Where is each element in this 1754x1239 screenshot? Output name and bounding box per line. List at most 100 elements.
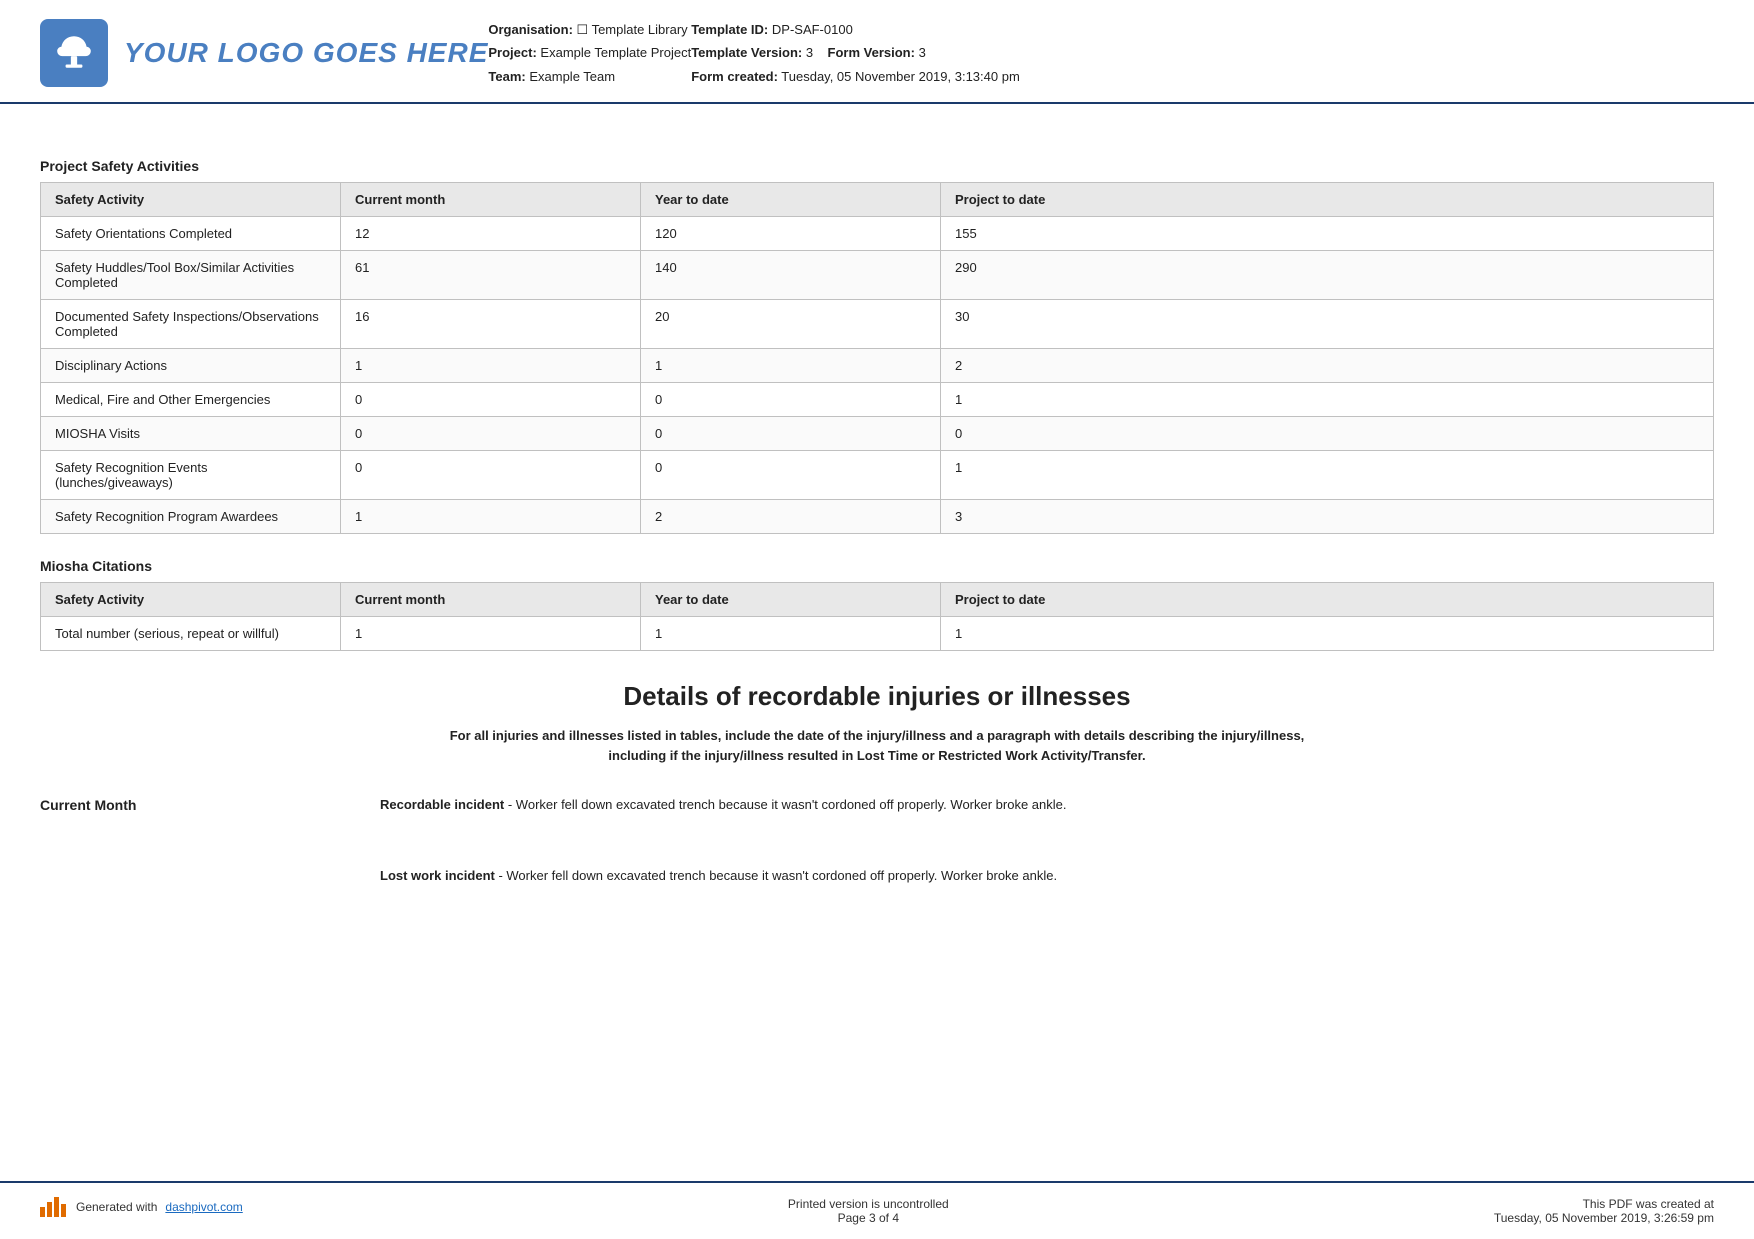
table-cell: 0 [641, 451, 941, 500]
incident-label: Recordable incident [380, 797, 504, 812]
table-row: Total number (serious, repeat or willful… [41, 617, 1714, 651]
table-cell: 1 [341, 500, 641, 534]
footer-left: Generated with dashpivot.com [40, 1197, 243, 1217]
table-cell: 1 [341, 349, 641, 383]
current-month-label: Current Month [40, 795, 380, 937]
page-footer: Generated with dashpivot.com Printed ver… [0, 1181, 1754, 1239]
table-row: Disciplinary Actions112 [41, 349, 1714, 383]
table-row: Medical, Fire and Other Emergencies001 [41, 383, 1714, 417]
form-version-label: Form Version: [828, 45, 915, 60]
footer-right-line2: Tuesday, 05 November 2019, 3:26:59 pm [1494, 1211, 1714, 1225]
table-cell: 0 [941, 417, 1714, 451]
details-subtext: For all injuries and illnesses listed in… [427, 726, 1327, 765]
org-line: Organisation: ☐ Template Library [488, 18, 691, 41]
table-cell: Documented Safety Inspections/Observatio… [41, 300, 341, 349]
col-header-ytd: Year to date [641, 183, 941, 217]
table-cell: 1 [941, 383, 1714, 417]
table-row: Safety Recognition Events (lunches/givea… [41, 451, 1714, 500]
form-created-label: Form created: [691, 69, 778, 84]
table-cell: 140 [641, 251, 941, 300]
incident-block: Recordable incident - Worker fell down e… [380, 795, 1714, 836]
logo-icon [40, 19, 108, 87]
table-cell: Disciplinary Actions [41, 349, 341, 383]
table-cell: Safety Recognition Events (lunches/givea… [41, 451, 341, 500]
logo-area: YOUR LOGO GOES HERE [40, 19, 488, 87]
project-label: Project: [488, 45, 536, 60]
table-row: Safety Recognition Program Awardees123 [41, 500, 1714, 534]
logo-svg [53, 32, 95, 74]
table-cell: 2 [641, 500, 941, 534]
version-line: Template Version: 3 Form Version: 3 [691, 41, 1111, 64]
template-id-value: DP-SAF-0100 [772, 22, 853, 37]
table-cell: Safety Orientations Completed [41, 217, 341, 251]
footer-right: This PDF was created at Tuesday, 05 Nove… [1494, 1197, 1714, 1225]
table-cell: 0 [641, 417, 941, 451]
table-cell: Medical, Fire and Other Emergencies [41, 383, 341, 417]
table-cell: 61 [341, 251, 641, 300]
incident-block: Lost work incident - Worker fell down ex… [380, 866, 1714, 907]
org-value: ☐ Template Library [577, 22, 688, 37]
footer-generated-text: Generated with [76, 1200, 157, 1214]
table-cell: 120 [641, 217, 941, 251]
table-row: MIOSHA Visits000 [41, 417, 1714, 451]
form-version-value: 3 [919, 45, 926, 60]
col2-header-ptd: Project to date [941, 583, 1714, 617]
template-id-line: Template ID: DP-SAF-0100 [691, 18, 1111, 41]
table-cell: 290 [941, 251, 1714, 300]
table-cell: MIOSHA Visits [41, 417, 341, 451]
footer-center: Printed version is uncontrolled Page 3 o… [788, 1197, 949, 1225]
logo-text: YOUR LOGO GOES HERE [124, 37, 488, 69]
header-meta-left: Organisation: ☐ Template Library Project… [488, 18, 691, 88]
section2-title: Miosha Citations [40, 558, 1714, 574]
col2-header-activity: Safety Activity [41, 583, 341, 617]
details-body: Current Month Recordable incident - Work… [40, 795, 1714, 937]
details-heading: Details of recordable injuries or illnes… [40, 681, 1714, 712]
page-header: YOUR LOGO GOES HERE Organisation: ☐ Temp… [0, 0, 1754, 104]
table-cell: 3 [941, 500, 1714, 534]
template-version-value: 3 [806, 45, 813, 60]
main-content: Project Safety Activities Safety Activit… [0, 104, 1754, 1057]
incident-text: Recordable incident - Worker fell down e… [380, 795, 1714, 816]
org-label: Organisation: [488, 22, 573, 37]
dashpivot-icon [40, 1197, 68, 1217]
table-row: Safety Orientations Completed12120155 [41, 217, 1714, 251]
table-cell: Total number (serious, repeat or willful… [41, 617, 341, 651]
col2-header-current: Current month [341, 583, 641, 617]
table-cell: 2 [941, 349, 1714, 383]
form-created-value: Tuesday, 05 November 2019, 3:13:40 pm [781, 69, 1019, 84]
section1-table: Safety Activity Current month Year to da… [40, 182, 1714, 534]
team-label: Team: [488, 69, 525, 84]
table-cell: 0 [341, 383, 641, 417]
header-meta-right: Template ID: DP-SAF-0100 Template Versio… [691, 18, 1111, 88]
footer-center-line1: Printed version is uncontrolled [788, 1197, 949, 1211]
section1-title: Project Safety Activities [40, 158, 1714, 174]
table-cell: 1 [641, 349, 941, 383]
team-line: Team: Example Team [488, 65, 691, 88]
table-cell: 12 [341, 217, 641, 251]
table-cell: Safety Huddles/Tool Box/Similar Activiti… [41, 251, 341, 300]
team-value: Example Team [529, 69, 615, 84]
project-value: Example Template Project [540, 45, 691, 60]
col-header-activity: Safety Activity [41, 183, 341, 217]
section2-header-row: Safety Activity Current month Year to da… [41, 583, 1714, 617]
footer-dashpivot-link[interactable]: dashpivot.com [165, 1200, 242, 1214]
header-columns: Organisation: ☐ Template Library Project… [488, 18, 1714, 88]
table-cell: 155 [941, 217, 1714, 251]
table-cell: Safety Recognition Program Awardees [41, 500, 341, 534]
col2-header-ytd: Year to date [641, 583, 941, 617]
incident-label: Lost work incident [380, 868, 495, 883]
table-row: Safety Huddles/Tool Box/Similar Activiti… [41, 251, 1714, 300]
table-cell: 0 [641, 383, 941, 417]
section2-table: Safety Activity Current month Year to da… [40, 582, 1714, 651]
footer-right-line1: This PDF was created at [1494, 1197, 1714, 1211]
table-cell: 20 [641, 300, 941, 349]
section1-header-row: Safety Activity Current month Year to da… [41, 183, 1714, 217]
table-cell: 1 [941, 617, 1714, 651]
details-incidents: Recordable incident - Worker fell down e… [380, 795, 1714, 937]
col-header-current: Current month [341, 183, 641, 217]
template-version-label: Template Version: [691, 45, 802, 60]
form-created-line: Form created: Tuesday, 05 November 2019,… [691, 65, 1111, 88]
incident-text: Lost work incident - Worker fell down ex… [380, 866, 1714, 887]
table-cell: 16 [341, 300, 641, 349]
table-cell: 1 [341, 617, 641, 651]
